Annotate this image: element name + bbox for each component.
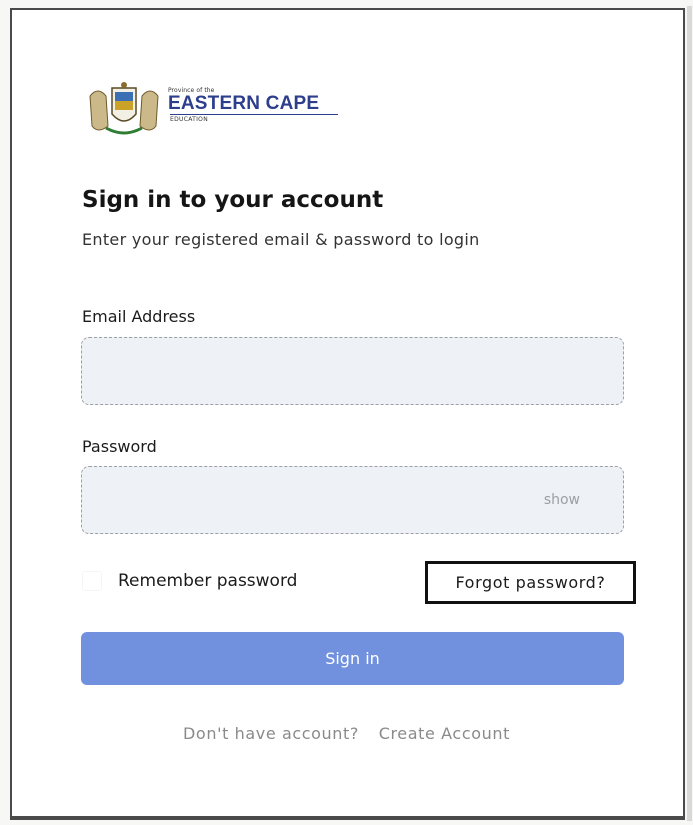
sign-in-button[interactable]: Sign in xyxy=(81,632,624,685)
show-password-toggle[interactable]: show xyxy=(534,492,580,508)
page-subtitle: Enter your registered email & password t… xyxy=(82,230,480,249)
remember-password[interactable]: Remember password xyxy=(82,568,297,594)
remember-label: Remember password xyxy=(118,571,298,591)
remember-checkbox[interactable] xyxy=(82,571,102,591)
logo-main-text: EASTERN CAPE xyxy=(168,93,320,114)
forgot-password-link[interactable]: Forgot password? xyxy=(425,561,636,604)
password-label: Password xyxy=(82,437,157,456)
scan-edge xyxy=(687,6,692,821)
logo-underline xyxy=(170,114,338,115)
coat-of-arms-icon xyxy=(89,82,159,135)
email-field[interactable] xyxy=(81,337,624,405)
logo-sub-text: EDUCATION xyxy=(170,116,208,123)
brand-logo: Province of the EASTERN CAPE EDUCATION xyxy=(86,78,346,138)
footer: Don't have account? Create Account xyxy=(0,724,693,743)
create-account-link[interactable]: Create Account xyxy=(379,724,510,743)
email-label: Email Address xyxy=(82,307,196,326)
page-title: Sign in to your account xyxy=(82,187,384,213)
no-account-text: Don't have account? xyxy=(183,724,360,743)
